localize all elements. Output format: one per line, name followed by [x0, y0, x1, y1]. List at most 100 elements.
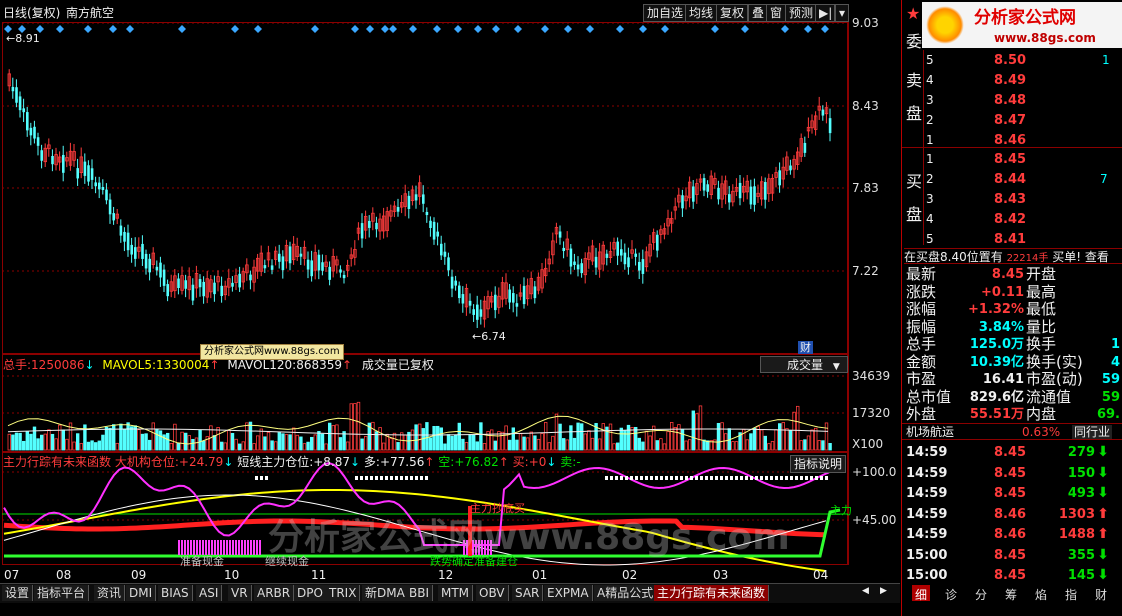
quote-label2: 换手 — [1026, 335, 1057, 353]
candle-body — [134, 247, 137, 259]
right-tab-1[interactable]: 诊 — [942, 585, 960, 602]
candle-body — [263, 265, 267, 269]
volume-bar — [349, 403, 353, 451]
sell-value: - — [576, 455, 581, 469]
event-diamond-icon — [492, 25, 500, 33]
volume-bar — [309, 436, 314, 451]
tab-15[interactable]: EXPMA — [544, 585, 593, 601]
volume-bar — [25, 431, 29, 451]
event-diamond-icon — [381, 25, 389, 33]
volume-bar — [183, 432, 188, 451]
volume-bar — [630, 427, 634, 451]
candle-body — [76, 168, 79, 179]
signal-tick — [745, 476, 748, 480]
up-arrow-icon: ↑ — [424, 455, 435, 469]
tab-8[interactable]: DPO — [294, 585, 327, 601]
buy-price: 8.41 — [994, 232, 1027, 247]
candle-body — [454, 280, 457, 286]
tab-9[interactable]: TRIX — [326, 585, 361, 601]
volume-bar — [637, 437, 641, 451]
volume-bar — [263, 436, 267, 451]
right-tab-4[interactable]: 焰 — [1032, 585, 1050, 602]
candle-body — [429, 220, 432, 228]
event-diamond-icon — [366, 25, 374, 33]
signal-tick — [655, 476, 658, 480]
volume-bar — [58, 424, 62, 451]
signal-tick — [375, 476, 378, 480]
indicator-header: 主力行踪有未来函数 大机构仓位:+24.79↓ 短线主力仓位:+8.87↓ 多:… — [3, 456, 581, 468]
indicator-help-button[interactable]: 指标说明 — [790, 455, 847, 473]
tab-12[interactable]: MTM — [438, 585, 474, 601]
tab-1[interactable]: 指标平台 — [34, 585, 90, 601]
tab-17[interactable]: 主力行踪有未来函数 — [654, 585, 770, 601]
candle-body — [512, 293, 515, 303]
volume-total-label: 总手: — [3, 358, 32, 372]
star-icon[interactable]: ★ — [906, 6, 920, 22]
signal-tick — [715, 476, 718, 480]
signal-tick — [615, 476, 618, 480]
candle-body — [375, 222, 378, 230]
right-tab-6[interactable]: 财 — [1092, 585, 1110, 602]
candle-body — [270, 265, 274, 270]
sell-label: 卖: — [560, 455, 577, 469]
buy-level: 1 — [926, 152, 934, 166]
candle-body — [123, 231, 126, 242]
chart-area[interactable]: 日线(复权) 南方航空 加自选 均线 复权 叠 窗 预测 ▶| ▾ 9.03 8… — [0, 0, 900, 616]
arrow-down-icon: ⬇ — [1097, 546, 1109, 563]
tab-2[interactable]: 资讯 — [94, 585, 126, 601]
tab-5[interactable]: ASI — [196, 585, 223, 601]
mavol120-value: 868359 — [296, 358, 343, 372]
duo-value: +77.56 — [379, 455, 425, 469]
signal-tick — [260, 476, 263, 480]
cash-bar — [208, 540, 210, 555]
same-industry-link[interactable]: 同行业 — [1072, 425, 1113, 439]
event-diamond-icon — [231, 25, 239, 33]
volume-bar — [198, 429, 202, 451]
volume-bar — [788, 430, 793, 451]
right-tab-5[interactable]: 指 — [1062, 585, 1080, 602]
tab-0[interactable]: 设置 — [2, 585, 34, 601]
volume-bar — [590, 437, 595, 451]
right-tab-0[interactable]: 细 — [912, 585, 931, 602]
signal-tick — [640, 476, 643, 480]
tab-10[interactable]: 新DMA — [362, 585, 409, 601]
candle-body — [105, 189, 108, 201]
tab-16[interactable]: A精品公式 — [594, 585, 658, 601]
tab-14[interactable]: SAR — [512, 585, 544, 601]
tab-scroll-left-icon[interactable]: ◀ — [862, 587, 869, 596]
candle-body — [576, 264, 580, 270]
tab-6[interactable]: VR — [228, 585, 252, 601]
candle-body — [396, 207, 400, 212]
signal-tick — [695, 476, 698, 480]
volume-bar — [533, 435, 537, 451]
ticker-line[interactable]: 在买盘8.40位置有 22214手 买单! 查看 — [904, 248, 1122, 264]
volume-dropdown-label: 成交量 — [787, 358, 824, 372]
quote-label: 最新 — [906, 265, 937, 283]
volume-bar — [151, 422, 155, 451]
cash-bar — [214, 540, 216, 555]
right-tab-3[interactable]: 筹 — [1002, 585, 1020, 602]
tab-4[interactable]: BIAS — [158, 585, 193, 601]
tab-scroll-right-icon[interactable]: ▶ — [880, 587, 887, 596]
volume-bar — [338, 437, 343, 451]
signal-tick — [630, 476, 633, 480]
trade-volume: 279 — [1067, 445, 1095, 460]
sector-row[interactable]: 机场航运 0.63% 同行业 — [902, 423, 1122, 440]
cash-bar — [226, 540, 228, 555]
candle-body — [184, 280, 187, 289]
candle-body — [198, 279, 202, 288]
tab-3[interactable]: DMI — [126, 585, 157, 601]
sell-vol-partial: 1 — [1102, 53, 1110, 67]
volume-bar — [544, 422, 548, 451]
volume-bar — [108, 427, 112, 451]
tab-13[interactable]: OBV — [476, 585, 509, 601]
volume-bar — [14, 432, 19, 451]
tab-11[interactable]: BBI — [406, 585, 434, 601]
event-diamond-icon — [564, 25, 572, 33]
tab-7[interactable]: ARBR — [254, 585, 295, 601]
volume-bar — [266, 431, 271, 451]
volume-bar — [526, 437, 530, 451]
up-arrow-icon: ↑ — [342, 358, 353, 372]
right-tab-2[interactable]: 分 — [972, 585, 990, 602]
volume-dropdown[interactable]: 成交量 ▼ — [760, 356, 848, 373]
